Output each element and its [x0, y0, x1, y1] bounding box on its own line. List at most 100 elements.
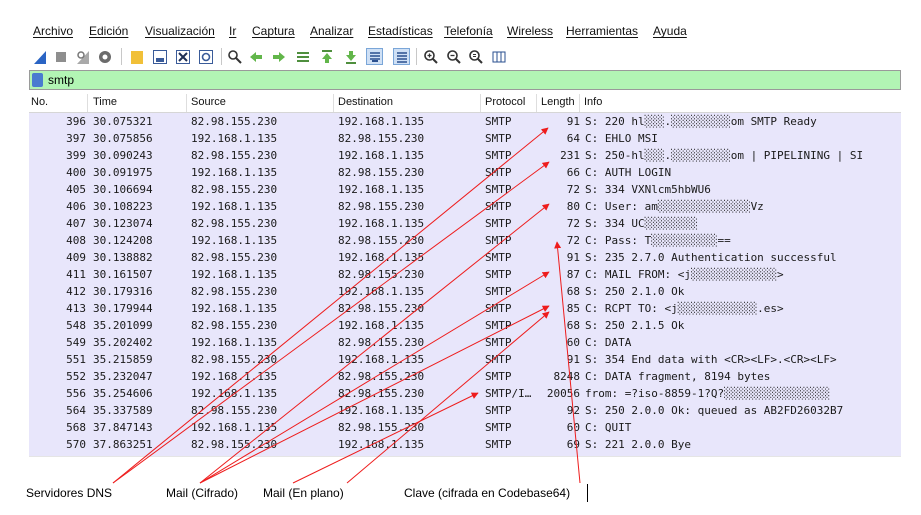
go-first-icon[interactable]: [318, 48, 335, 65]
packet-length-cell: 91: [566, 115, 580, 128]
packet-destination-cell: 192.168.1.135: [338, 319, 425, 332]
capture-options-gear-icon[interactable]: [96, 48, 113, 65]
packet-protocol-cell: SMTP: [485, 234, 512, 247]
packet-row[interactable]: 399 30.090243 82.98.155.230 192.168.1.135 SM…: [29, 147, 901, 164]
packet-time-cell: 35.202402: [93, 336, 153, 349]
packet-length-cell: 66: [566, 166, 580, 179]
packet-no-cell: 409: [66, 251, 86, 264]
packet-info-cell: S: 220 hl░░░.░░░░░░░░░om SMTP Ready: [585, 115, 817, 128]
shark-fin-restart-icon[interactable]: [74, 48, 91, 65]
packet-row[interactable]: 409 30.138882 82.98.155.230 192.168.1.135 SM…: [29, 249, 901, 266]
packet-destination-cell: 82.98.155.230: [338, 234, 425, 247]
packet-info-cell: C: Pass: T░░░░░░░░░░==: [585, 234, 731, 247]
column-header-destination[interactable]: Destination: [338, 96, 393, 108]
packet-info-cell: S: 250-hl░░░.░░░░░░░░░om | PIPELINING | …: [585, 149, 864, 162]
packet-row[interactable]: 564 35.337589 82.98.155.230 192.168.1.135 SM…: [29, 402, 901, 419]
packet-row[interactable]: 552 35.232047 192.168.1.135 82.98.155.230 SM…: [29, 368, 901, 385]
packet-length-cell: 92: [566, 404, 580, 417]
packet-info-cell: S: 334 UC░░░░░░░░: [585, 217, 698, 230]
go-to-packet-icon[interactable]: [294, 48, 311, 65]
packet-row[interactable]: 548 35.201099 82.98.155.230 192.168.1.135 SM…: [29, 317, 901, 334]
packet-row[interactable]: 551 35.215859 82.98.155.230 192.168.1.135 SM…: [29, 351, 901, 368]
packet-time-cell: 35.254606: [93, 387, 153, 400]
packet-length-cell: 72: [566, 217, 580, 230]
zoom-in-icon[interactable]: [422, 48, 439, 65]
packet-row[interactable]: 405 30.106694 82.98.155.230 192.168.1.135 SM…: [29, 181, 901, 198]
menu-archivo[interactable]: Archivo: [33, 24, 73, 38]
menu-visualizacion[interactable]: Visualización: [145, 24, 215, 38]
packet-row[interactable]: 397 30.075856 192.168.1.135 82.98.155.230 SM…: [29, 130, 901, 147]
packet-protocol-cell: SMTP: [485, 319, 512, 332]
packet-source-cell: 192.168.1.135: [191, 370, 278, 383]
go-last-icon[interactable]: [342, 48, 359, 65]
find-packet-icon[interactable]: [226, 48, 243, 65]
reload-file-icon[interactable]: [197, 48, 214, 65]
menu-wireless[interactable]: Wireless: [507, 24, 553, 38]
packet-row[interactable]: 396 30.075321 82.98.155.230 192.168.1.135 SM…: [29, 113, 901, 130]
display-filter-bar[interactable]: smtp: [29, 70, 901, 90]
menu-ayuda[interactable]: Ayuda: [653, 24, 687, 38]
filter-bookmark-icon[interactable]: [32, 73, 43, 87]
packet-row[interactable]: 413 30.179944 192.168.1.135 82.98.155.230 SM…: [29, 300, 901, 317]
menu-herramientas[interactable]: Herramientas: [566, 24, 638, 38]
menu-estadisticas[interactable]: Estadísticas: [368, 24, 433, 38]
main-toolbar: [0, 42, 921, 70]
stop-square-icon[interactable]: [52, 48, 69, 65]
packet-protocol-cell: SMTP: [485, 166, 512, 179]
go-forward-icon[interactable]: [270, 48, 287, 65]
packet-row[interactable]: 408 30.124208 192.168.1.135 82.98.155.230 SM…: [29, 232, 901, 249]
packet-info-cell: S: 250 2.0.0 Ok: queued as AB2FD26032B7: [585, 404, 844, 417]
packet-length-cell: 72: [566, 234, 580, 247]
packet-length-cell: 80: [566, 200, 580, 213]
packet-destination-cell: 192.168.1.135: [338, 404, 425, 417]
packet-row[interactable]: 568 37.847143 192.168.1.135 82.98.155.230 SM…: [29, 419, 901, 436]
packet-row[interactable]: 570 37.863251 82.98.155.230 192.168.1.135 SM…: [29, 436, 901, 453]
packet-length-cell: 68: [566, 285, 580, 298]
column-header-protocol[interactable]: Protocol: [485, 96, 525, 108]
packet-info-cell: C: QUIT: [585, 421, 632, 434]
packet-row[interactable]: 412 30.179316 82.98.155.230 192.168.1.135 SM…: [29, 283, 901, 300]
column-header-info[interactable]: Info: [584, 96, 602, 108]
go-back-icon[interactable]: [247, 48, 264, 65]
resize-columns-icon[interactable]: [490, 48, 507, 65]
zoom-reset-icon[interactable]: [467, 48, 484, 65]
packet-length-cell: 91: [566, 251, 580, 264]
packet-no-cell: 396: [66, 115, 86, 128]
autoscroll-icon[interactable]: [366, 48, 383, 65]
packet-row[interactable]: 400 30.091975 192.168.1.135 82.98.155.230 SM…: [29, 164, 901, 181]
packet-protocol-cell: SMTP: [485, 115, 512, 128]
save-file-icon[interactable]: [151, 48, 168, 65]
packet-source-cell: 192.168.1.135: [191, 336, 278, 349]
packet-row[interactable]: 407 30.123074 82.98.155.230 192.168.1.135 SM…: [29, 215, 901, 232]
packet-time-cell: 30.124208: [93, 234, 153, 247]
display-filter-input[interactable]: smtp: [48, 73, 74, 87]
menu-analizar[interactable]: Analizar: [310, 24, 353, 38]
packet-row[interactable]: 411 30.161507 192.168.1.135 82.98.155.230 SM…: [29, 266, 901, 283]
packet-no-cell: 552: [66, 370, 86, 383]
column-header-source[interactable]: Source: [191, 96, 226, 108]
shark-fin-start-icon[interactable]: [31, 48, 48, 65]
packet-no-cell: 399: [66, 149, 86, 162]
packet-list[interactable]: 396 30.075321 82.98.155.230 192.168.1.135 SM…: [29, 113, 901, 456]
packet-time-cell: 30.075856: [93, 132, 153, 145]
packet-protocol-cell: SMTP: [485, 370, 512, 383]
column-header-time[interactable]: Time: [93, 96, 117, 108]
colorize-icon[interactable]: [393, 48, 410, 65]
packet-row[interactable]: 549 35.202402 192.168.1.135 82.98.155.230 SM…: [29, 334, 901, 351]
menu-edicion[interactable]: Edición: [89, 24, 128, 38]
packet-row[interactable]: 406 30.108223 192.168.1.135 82.98.155.230 SM…: [29, 198, 901, 215]
packet-protocol-cell: SMTP: [485, 336, 512, 349]
column-header-no[interactable]: No.: [31, 96, 48, 108]
zoom-out-icon[interactable]: [445, 48, 462, 65]
packet-destination-cell: 192.168.1.135: [338, 251, 425, 264]
packet-destination-cell: 82.98.155.230: [338, 336, 425, 349]
menu-captura[interactable]: Captura: [252, 24, 295, 38]
open-folder-icon[interactable]: [128, 48, 145, 65]
menu-telefonia[interactable]: Telefonía: [444, 24, 493, 38]
column-header-length[interactable]: Length: [541, 96, 575, 108]
packet-source-cell: 82.98.155.230: [191, 319, 278, 332]
menu-ir[interactable]: Ir: [229, 24, 236, 38]
packet-row[interactable]: 556 35.254606 192.168.1.135 82.98.155.230 SM…: [29, 385, 901, 402]
close-file-icon[interactable]: [174, 48, 191, 65]
packet-no-cell: 407: [66, 217, 86, 230]
